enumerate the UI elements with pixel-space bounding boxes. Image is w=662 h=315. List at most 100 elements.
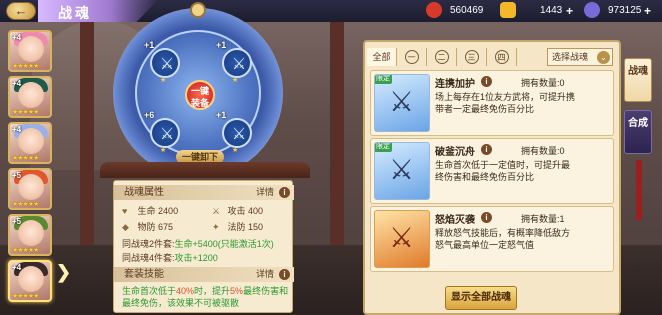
war-soul-image: ⚔ [374,210,430,268]
soul-slot[interactable]: +6 ⚔ ★ [144,110,180,154]
war-soul-description: 释放怒气技能后，有概率降低敌方怒气最高单位一定怒气值 [435,228,571,250]
chevron-right-icon[interactable]: ❯ [56,262,71,288]
select-war-soul-dropdown[interactable]: 选择战魂 ⌄ [547,48,613,66]
war-soul-name: 怒焰灭袭 [435,215,475,226]
slot-plus-level: +6 [144,110,155,120]
skill-desc-highlight: 40% [176,286,195,296]
tab-category-label: 二 [434,50,449,64]
hero-face [18,128,44,154]
war-soul-name: 破釜沉舟 [435,147,475,158]
soul-slot[interactable]: +1 ⚔ ★ [216,40,252,84]
info-icon[interactable]: i [481,212,492,223]
slot-plus-level: +1 [216,110,227,120]
hero-portrait[interactable]: +4 ★★★★★ [8,30,52,72]
hero-level: +4 [12,125,22,134]
hero-portrait[interactable]: +5 ★★★★★ [8,168,52,210]
gold-ingot-icon [500,2,516,18]
war-soul-count: 拥有数量:0 [521,146,565,156]
hero-list: +4 ★★★★★ +4 ★★★★★ +4 ★★★★★ +5 ★★★★★ +5 ★… [8,30,54,315]
star-icon: ★ [232,77,239,84]
war-soul-card[interactable]: 限定 ⚔ 连携加护 i 拥有数量:0 场上每存在1位友方武将，可提升携带者一定最… [370,70,614,136]
war-soul-card[interactable]: ⚔ 怒焰灭袭 i 拥有数量:1 释放怒气技能后，有概率降低敌方怒气最高单位一定怒… [370,206,614,272]
tab-category-4[interactable]: 四 [487,48,517,66]
tab-category-label: 四 [494,50,509,64]
flame-warrior-icon: ⚔ [389,222,415,253]
tab-category-1[interactable]: 一 [397,48,427,66]
stat-magic-defense: ✦ 法防 150 [212,221,263,233]
show-all-war-souls-button[interactable]: 显示全部战魂 [445,286,517,310]
tab-category-3[interactable]: 三 [457,48,487,66]
war-soul-count: 拥有数量:1 [521,214,565,224]
hero-stars: ★★★★★ [12,201,39,208]
wooden-arch [100,162,310,178]
add-gold-button[interactable]: + [566,3,573,19]
war-soul-card[interactable]: 限定 ⚔ 破釜沉舟 i 拥有数量:0 生命首次低于一定值时，可提升最终伤害和最终… [370,138,614,204]
info-icon[interactable]: i [481,76,492,87]
war-soul-count: 拥有数量:0 [521,78,565,88]
magic-icon: ✦ [212,222,220,232]
hero-face [18,36,44,62]
background-pillar [330,20,344,260]
soul-slot[interactable]: +1 ⚔ ★ [216,110,252,154]
heart-icon: ♥ [122,206,128,216]
stat-label: 攻击 [227,206,246,216]
skill-desc-highlight: 5% [230,286,244,296]
stat-label: 物防 [137,222,156,232]
shield-icon: ◆ [122,222,129,232]
hero-face [18,82,44,108]
side-tab-war-soul[interactable]: 战魂 [624,58,652,102]
skill-desc-text: 时，提升 [194,286,231,296]
info-icon[interactable]: i [279,269,290,280]
ring-ornament [190,2,206,18]
hero-portrait[interactable]: +5 ★★★★★ [8,214,52,256]
page-title: 战魂 [58,5,92,21]
skill-detail-link[interactable]: 详情 [256,267,274,282]
stat-value: 2400 [158,206,179,216]
stat-value: 675 [158,222,174,232]
stat-hp: ♥ 生命 2400 [122,205,178,217]
info-icon[interactable]: i [481,144,492,155]
side-tab-synthesize[interactable]: 合成 [624,110,652,154]
hero-stars: ★★★★★ [12,155,39,162]
background-pillar [80,20,94,260]
stat-label: 生命 [137,206,156,216]
one-click-equip-button[interactable]: 一键装备 [185,80,215,110]
back-button[interactable]: ← [6,2,36,20]
stat-attack: ⚔ 攻击 400 [212,205,263,217]
sword-icon: ⚔ [389,154,415,185]
star-icon: ★ [160,77,167,84]
war-soul-description: 场上每存在1位友方武将，可提升携带者一定最终免伤百分比 [435,92,576,114]
set-4-value: 攻击+1200 [174,253,218,263]
set-skill-description: 生命首次低于40%时，提升5%最终伤害和最终免伤，该效果不可被驱散 [122,285,290,309]
tab-category-label: 一 [404,50,419,64]
hero-level: +4 [12,33,22,42]
stat-physical-defense: ◆ 物防 675 [122,221,173,233]
hero-stars: ★★★★★ [12,247,39,254]
hero-level: +5 [12,217,22,226]
chevron-down-icon: ⌄ [597,51,610,64]
hero-stars: ★★★★★ [12,109,39,116]
tab-category-2[interactable]: 二 [427,48,457,66]
hero-face [18,220,44,246]
hero-portrait[interactable]: +4 ★★★★★ [8,76,52,118]
sword-icon: ⚔ [231,126,247,143]
sword-icon: ⚔ [212,206,221,216]
back-arrow-icon: ← [14,3,28,18]
tab-all[interactable]: 全部 [367,48,397,66]
soul-slot[interactable]: +1 ⚔ ★ [144,40,180,84]
hero-portrait-selected[interactable]: +4 ★★★★★ [8,260,52,302]
war-soul-list-panel: 全部 一 二 三 四 选择战魂 ⌄ 限定 ⚔ 连携加护 i 拥有数量:0 场上每… [363,40,621,315]
stat-value: 400 [248,206,264,216]
war-soul-image: 限定 ⚔ [374,142,430,200]
info-icon[interactable]: i [279,187,290,198]
hero-level: +4 [12,79,22,88]
sword-icon: ⚔ [159,56,175,73]
hero-stars: ★★★★★ [12,63,39,70]
add-gem-button[interactable]: + [644,3,651,19]
hero-portrait[interactable]: +4 ★★★★★ [8,122,52,164]
attr-detail-link[interactable]: 详情 [256,185,274,200]
top-bar: ← 战魂 560469 1443 + 973125 + [0,0,662,22]
gem-icon [584,2,600,18]
gourd-icon [426,2,442,18]
slot-plus-level: +1 [216,40,227,50]
